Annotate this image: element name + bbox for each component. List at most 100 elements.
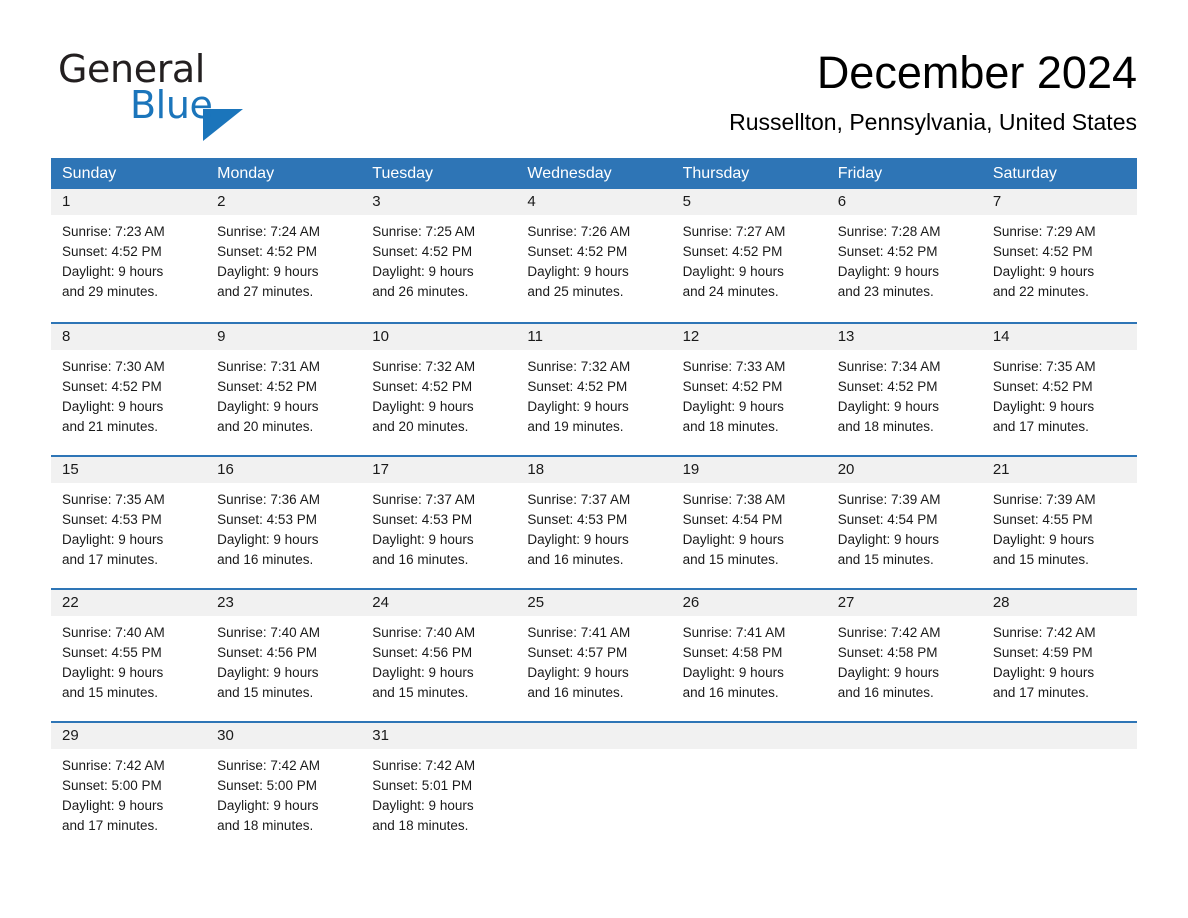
calendar-day-cell-8[interactable]: 8 Sunrise: 7:30 AM Sunset: 4:52 PM Dayli… (51, 324, 207, 455)
day-number-band: 8 (51, 324, 207, 350)
calendar-day-cell-6[interactable]: 6 Sunrise: 7:28 AM Sunset: 4:52 PM Dayli… (826, 189, 982, 322)
calendar-day-cell-16[interactable]: 16 Sunrise: 7:36 AM Sunset: 4:53 PM Dayl… (206, 457, 362, 588)
sunrise-text: Sunrise: 7:42 AM (62, 758, 165, 773)
day-info: Sunrise: 7:41 AM Sunset: 4:58 PM Dayligh… (672, 616, 827, 703)
day-number-band: 26 (671, 590, 827, 616)
day-number: 21 (992, 461, 1010, 478)
calendar-day-cell-27[interactable]: 27 Sunrise: 7:42 AM Sunset: 4:58 PM Dayl… (826, 590, 982, 721)
daylight-text-line2: and 16 minutes. (837, 685, 934, 700)
calendar-day-cell-20[interactable]: 20 Sunrise: 7:39 AM Sunset: 4:54 PM Dayl… (826, 457, 982, 588)
day-number-band: 30 (206, 723, 362, 749)
day-info: Sunrise: 7:26 AM Sunset: 4:52 PM Dayligh… (516, 215, 671, 302)
daylight-text-line2: and 24 minutes. (682, 284, 779, 299)
day-number-band: 17 (361, 457, 517, 483)
day-number-band: 14 (981, 324, 1137, 350)
sunrise-text: Sunrise: 7:42 AM (992, 625, 1096, 640)
day-number-band: 18 (516, 457, 672, 483)
calendar-day-cell-17[interactable]: 17 Sunrise: 7:37 AM Sunset: 4:53 PM Dayl… (361, 457, 517, 588)
day-number: 8 (62, 328, 71, 345)
sunset-text: Sunset: 4:52 PM (527, 244, 628, 259)
daylight-text-line1: Daylight: 9 hours (62, 532, 164, 547)
sunrise-text: Sunrise: 7:23 AM (62, 224, 165, 239)
sunrise-text: Sunrise: 7:41 AM (682, 625, 786, 640)
calendar-day-cell-13[interactable]: 13 Sunrise: 7:34 AM Sunset: 4:52 PM Dayl… (826, 324, 982, 455)
calendar-day-cell-15[interactable]: 15 Sunrise: 7:35 AM Sunset: 4:53 PM Dayl… (51, 457, 207, 588)
day-number-band: 25 (516, 590, 672, 616)
daylight-text-line1: Daylight: 9 hours (62, 798, 164, 813)
calendar-day-cell-14[interactable]: 14 Sunrise: 7:35 AM Sunset: 4:52 PM Dayl… (981, 324, 1137, 455)
sunrise-text: Sunrise: 7:25 AM (372, 224, 476, 239)
sunset-text: Sunset: 4:52 PM (837, 244, 938, 259)
calendar-day-cell-9[interactable]: 9 Sunrise: 7:31 AM Sunset: 4:52 PM Dayli… (206, 324, 362, 455)
weekday-header-thursday: Thursday (682, 165, 750, 182)
sunset-text: Sunset: 4:57 PM (527, 645, 628, 660)
daylight-text-line2: and 19 minutes. (527, 419, 624, 434)
day-number: 3 (372, 193, 381, 210)
day-info: Sunrise: 7:25 AM Sunset: 4:52 PM Dayligh… (361, 215, 516, 302)
day-number: 23 (217, 594, 234, 611)
calendar-day-cell-31[interactable]: 31 Sunrise: 7:42 AM Sunset: 5:01 PM Dayl… (361, 723, 517, 854)
brand-logo[interactable]: General Blue (58, 48, 358, 141)
day-number-band: 13 (826, 324, 982, 350)
day-number: 14 (992, 328, 1010, 345)
sunrise-text: Sunrise: 7:35 AM (992, 359, 1096, 374)
calendar-day-cell-empty (671, 723, 827, 854)
day-number: 17 (372, 461, 389, 478)
day-number: 11 (527, 328, 543, 345)
calendar-day-cell-22[interactable]: 22 Sunrise: 7:40 AM Sunset: 4:55 PM Dayl… (51, 590, 207, 721)
daylight-text-line1: Daylight: 9 hours (372, 264, 474, 279)
day-number-band (826, 723, 982, 749)
daylight-text-line1: Daylight: 9 hours (527, 532, 629, 547)
weekday-header-tuesday: Tuesday (372, 165, 434, 182)
daylight-text-line2: and 18 minutes. (372, 818, 469, 833)
sunrise-text: Sunrise: 7:34 AM (837, 359, 941, 374)
calendar-day-cell-18[interactable]: 18 Sunrise: 7:37 AM Sunset: 4:53 PM Dayl… (516, 457, 672, 588)
calendar-grid: Sunday Monday Tuesday Wednesday Thursday… (51, 158, 1137, 854)
calendar-day-cell-29[interactable]: 29 Sunrise: 7:42 AM Sunset: 5:00 PM Dayl… (51, 723, 207, 854)
calendar-day-cell-19[interactable]: 19 Sunrise: 7:38 AM Sunset: 4:54 PM Dayl… (671, 457, 827, 588)
calendar-day-cell-25[interactable]: 25 Sunrise: 7:41 AM Sunset: 4:57 PM Dayl… (516, 590, 672, 721)
weeks-container: 1 Sunrise: 7:23 AM Sunset: 4:52 PM Dayli… (51, 189, 1137, 854)
sunrise-text: Sunrise: 7:32 AM (372, 359, 476, 374)
day-number-band: 11 (516, 324, 672, 350)
sunset-text: Sunset: 4:58 PM (837, 645, 938, 660)
daylight-text-line2: and 18 minutes. (682, 419, 779, 434)
daylight-text-line1: Daylight: 9 hours (837, 264, 940, 279)
calendar-day-cell-23[interactable]: 23 Sunrise: 7:40 AM Sunset: 4:56 PM Dayl… (206, 590, 362, 721)
day-number: 28 (992, 594, 1010, 611)
day-number: 27 (837, 594, 855, 611)
sunrise-text: Sunrise: 7:33 AM (682, 359, 786, 374)
day-info: Sunrise: 7:32 AM Sunset: 4:52 PM Dayligh… (516, 350, 671, 437)
calendar-day-cell-28[interactable]: 28 Sunrise: 7:42 AM Sunset: 4:59 PM Dayl… (981, 590, 1137, 721)
sunset-text: Sunset: 4:52 PM (837, 379, 938, 394)
calendar-day-cell-21[interactable]: 21 Sunrise: 7:39 AM Sunset: 4:55 PM Dayl… (981, 457, 1137, 588)
calendar-day-cell-3[interactable]: 3 Sunrise: 7:25 AM Sunset: 4:52 PM Dayli… (361, 189, 517, 322)
daylight-text-line2: and 16 minutes. (527, 552, 624, 567)
daylight-text-line2: and 25 minutes. (527, 284, 624, 299)
sunset-text: Sunset: 4:52 PM (217, 379, 317, 394)
sunrise-text: Sunrise: 7:42 AM (837, 625, 941, 640)
day-number-band: 22 (51, 590, 207, 616)
calendar-day-cell-24[interactable]: 24 Sunrise: 7:40 AM Sunset: 4:56 PM Dayl… (361, 590, 517, 721)
calendar-day-cell-1[interactable]: 1 Sunrise: 7:23 AM Sunset: 4:52 PM Dayli… (51, 189, 207, 322)
day-number: 18 (527, 461, 545, 478)
daylight-text-line2: and 16 minutes. (217, 552, 314, 567)
calendar-day-cell-11[interactable]: 11 Sunrise: 7:32 AM Sunset: 4:52 PM Dayl… (516, 324, 672, 455)
sunset-text: Sunset: 4:53 PM (372, 512, 473, 527)
calendar-day-cell-4[interactable]: 4 Sunrise: 7:26 AM Sunset: 4:52 PM Dayli… (516, 189, 672, 322)
calendar-day-cell-7[interactable]: 7 Sunrise: 7:29 AM Sunset: 4:52 PM Dayli… (981, 189, 1137, 322)
calendar-day-cell-30[interactable]: 30 Sunrise: 7:42 AM Sunset: 5:00 PM Dayl… (206, 723, 362, 854)
calendar-day-cell-12[interactable]: 12 Sunrise: 7:33 AM Sunset: 4:52 PM Dayl… (671, 324, 827, 455)
calendar-day-cell-10[interactable]: 10 Sunrise: 7:32 AM Sunset: 4:52 PM Dayl… (361, 324, 517, 455)
daylight-text-line1: Daylight: 9 hours (837, 532, 940, 547)
calendar-day-cell-2[interactable]: 2 Sunrise: 7:24 AM Sunset: 4:52 PM Dayli… (206, 189, 362, 322)
calendar-day-cell-26[interactable]: 26 Sunrise: 7:41 AM Sunset: 4:58 PM Dayl… (671, 590, 827, 721)
sunset-text: Sunset: 4:52 PM (682, 379, 783, 394)
calendar-day-cell-5[interactable]: 5 Sunrise: 7:27 AM Sunset: 4:52 PM Dayli… (671, 189, 827, 322)
daylight-text-line2: and 27 minutes. (217, 284, 314, 299)
daylight-text-line1: Daylight: 9 hours (62, 264, 164, 279)
weekday-header-friday: Friday (837, 165, 883, 182)
day-number: 19 (682, 461, 700, 478)
sunset-text: Sunset: 4:52 PM (217, 244, 317, 259)
day-number-band: 12 (671, 324, 827, 350)
